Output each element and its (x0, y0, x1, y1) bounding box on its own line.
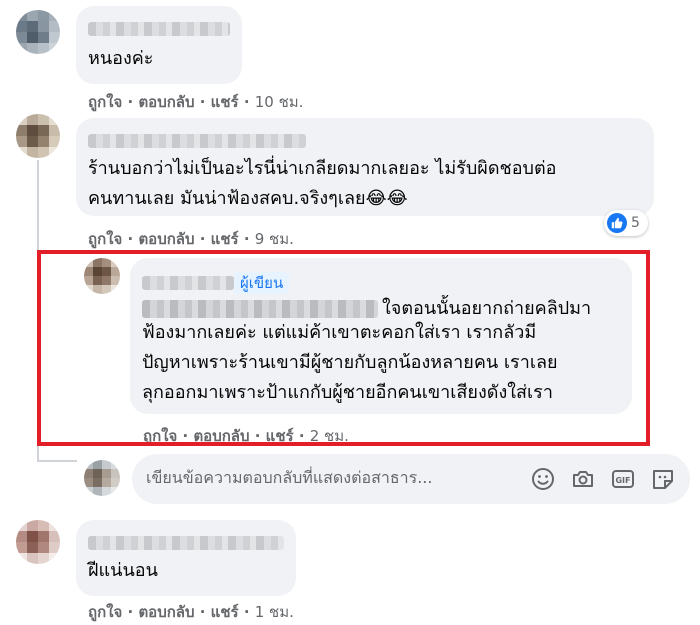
comment-actions: ถูกใจ · ตอบกลับ · แชร์ · 1 ชม. (88, 603, 294, 621)
like-link[interactable]: ถูกใจ (88, 230, 122, 248)
share-link[interactable]: แชร์ (211, 230, 239, 248)
timestamp[interactable]: 1 ชม. (255, 603, 294, 621)
comment-bubble: ร้านบอกว่าไม่เป็นอะไรนี่น่าเกลียดมากเลยอ… (76, 118, 654, 216)
commenter-name[interactable] (88, 134, 306, 148)
timestamp[interactable]: 9 ชม. (255, 230, 294, 248)
comment-text: ร้านบอกว่าไม่เป็นอะไรนี่น่าเกลียดมากเลยอ… (88, 158, 557, 209)
reply-placeholder: เขียนข้อความตอบกลับที่แสดงต่อสาธาร... (146, 468, 433, 487)
share-link[interactable]: แชร์ (211, 93, 239, 111)
timestamp[interactable]: 10 ชม. (255, 93, 304, 111)
like-link[interactable]: ถูกใจ (88, 603, 122, 621)
avatar[interactable] (16, 520, 60, 564)
commenter-name[interactable] (88, 22, 230, 36)
reply-link[interactable]: ตอบกลับ (138, 230, 194, 248)
comment-text: ฝีแน่นอน (88, 560, 158, 581)
avatar[interactable] (16, 10, 60, 54)
highlight-box (37, 250, 650, 446)
share-link[interactable]: แชร์ (211, 603, 239, 621)
comment-actions: ถูกใจ · ตอบกลับ · แชร์ · 9 ชม. (88, 230, 294, 248)
avatar[interactable] (16, 114, 60, 158)
avatar (84, 460, 120, 496)
like-link[interactable]: ถูกใจ (88, 93, 122, 111)
comment-bubble: หนองค่ะ (76, 6, 242, 84)
svg-text:GIF: GIF (615, 476, 630, 485)
comment-text: หนองค่ะ (88, 48, 154, 69)
like-icon (607, 213, 627, 233)
reply-input[interactable]: เขียนข้อความตอบกลับที่แสดงต่อสาธาร... GI… (132, 454, 690, 504)
camera-icon[interactable] (570, 466, 596, 492)
gif-icon[interactable]: GIF (610, 466, 636, 492)
reply-link[interactable]: ตอบกลับ (138, 603, 194, 621)
emoji-icon[interactable] (530, 466, 556, 492)
reaction-count[interactable]: 5 (604, 210, 648, 236)
thread-line (37, 460, 77, 462)
sticker-icon[interactable] (650, 466, 676, 492)
comment-actions: ถูกใจ · ตอบกลับ · แชร์ · 10 ชม. (88, 93, 304, 111)
reply-link[interactable]: ตอบกลับ (138, 93, 194, 111)
commenter-name[interactable] (88, 536, 284, 550)
comment-bubble: ฝีแน่นอน (76, 520, 296, 596)
